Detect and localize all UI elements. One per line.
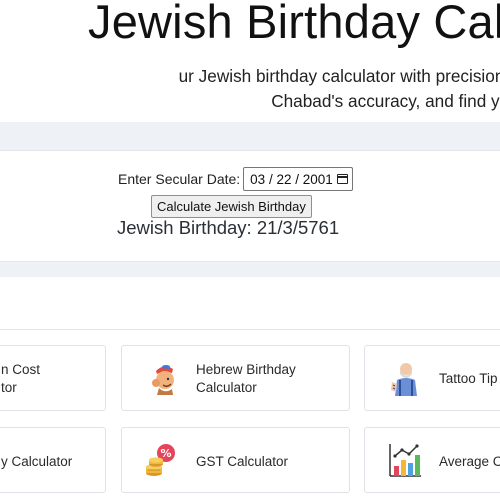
tattoo-artist-icon	[391, 363, 417, 396]
date-input-value[interactable]: 03 / 22 / 2001	[250, 172, 333, 187]
calculator-card: Enter Secular Date: 03 / 22 / 2001 Calcu…	[0, 150, 500, 262]
tile-label-line-1: y Calculator	[1, 454, 73, 469]
tile-hebrew-birthday-calculator[interactable]: Hebrew Birthday Calculator	[121, 345, 350, 411]
page: Jewish Birthday Cal ur Jewish birthday c…	[0, 0, 500, 500]
tile-label-line-2: Calculator	[196, 380, 257, 395]
page-subtitle-line-1: ur Jewish birthday calculator with preci…	[178, 66, 500, 86]
tile-average-calculator[interactable]: Average C	[364, 427, 500, 493]
tile-tattoo-tip-calculator[interactable]: Tattoo Tip	[364, 345, 500, 411]
tile-cost-calculator[interactable]: n Cost tor	[0, 345, 106, 411]
secular-date-input[interactable]: 03 / 22 / 2001	[243, 167, 353, 191]
tile-label-line-1: n Cost	[1, 362, 41, 377]
calendar-icon[interactable]	[336, 174, 348, 184]
jewish-birthday-result: Jewish Birthday: 21/3/5761	[117, 217, 340, 238]
person-icon	[152, 365, 174, 395]
tile-gst-calculator[interactable]: % GST Calculator	[121, 427, 350, 493]
calculator-section: Enter Secular Date: 03 / 22 / 2001 Calcu…	[0, 122, 500, 277]
calculate-jewish-birthday-button[interactable]: Calculate Jewish Birthday	[151, 195, 312, 218]
tile-label-line-1: Hebrew Birthday	[196, 362, 296, 377]
bar-chart-icon	[389, 444, 421, 477]
tile-label-line-1: GST Calculator	[196, 454, 289, 469]
tile-label-line-1: Tattoo Tip	[439, 371, 498, 386]
percent-coins-icon: %	[146, 444, 175, 476]
date-row: Enter Secular Date: 03 / 22 / 2001	[118, 167, 353, 191]
tile-label-line-2: tor	[1, 380, 17, 395]
tile-calculator[interactable]: y Calculator	[0, 427, 106, 493]
date-label: Enter Secular Date:	[118, 171, 241, 187]
tile-label-line-1: Average C	[439, 454, 500, 469]
page-subtitle-line-2: Chabad's accuracy, and find your Jewish …	[271, 91, 500, 111]
svg-text:%: %	[160, 447, 171, 460]
section-divider	[0, 329, 500, 330]
page-title: Jewish Birthday Cal	[88, 0, 500, 48]
